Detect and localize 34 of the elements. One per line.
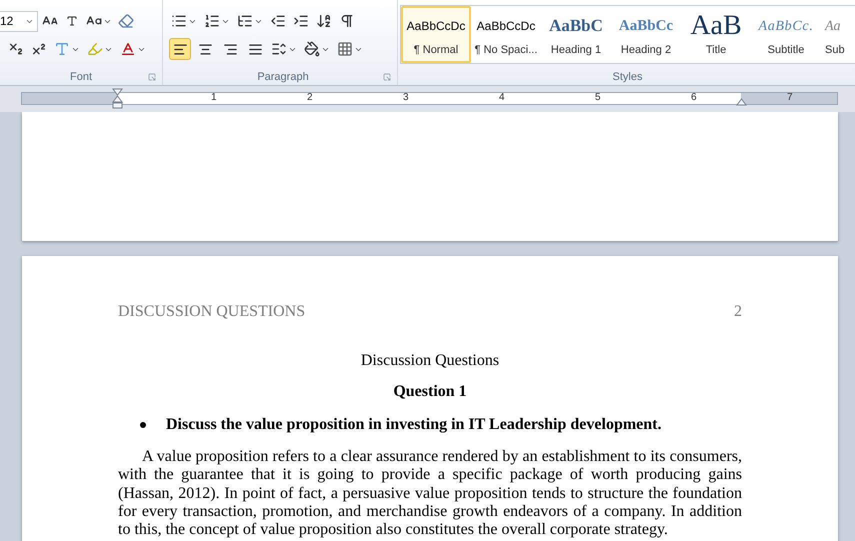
style-item[interactable]: AaBbC Heading 1	[541, 6, 611, 63]
document-heading: Question 1	[392, 383, 468, 401]
style-item[interactable]: Aa Sub	[821, 6, 855, 63]
dialog-launcher-icon[interactable]	[148, 73, 156, 81]
dialog-launcher-icon[interactable]	[383, 73, 391, 81]
font-size-field[interactable]: 12	[0, 10, 38, 32]
style-item[interactable]: AaBbCc. Subtitle	[751, 6, 821, 63]
align-center-icon	[198, 42, 212, 56]
right-indent-marker-icon[interactable]	[736, 98, 747, 106]
group-label: Font	[70, 70, 92, 85]
ruler-number: 7	[787, 92, 793, 104]
bullet-icon	[140, 422, 146, 428]
align-justify-icon	[248, 42, 262, 56]
bullet-text: Discuss the value proposition in investing in IT Leadership development.	[166, 416, 662, 434]
page-header: DISCUSSION QUESTIONS	[118, 303, 306, 321]
indent-marker-icon[interactable]	[112, 88, 123, 109]
ruler-number: 5	[595, 92, 601, 104]
group-label: Paragraph	[257, 70, 309, 85]
style-item[interactable]: AaBbCcDc ¶ No Spaci...	[471, 6, 541, 63]
style-item[interactable]: AaB Title	[681, 6, 751, 63]
group-label: Styles	[612, 70, 642, 85]
align-button[interactable]	[169, 38, 191, 60]
style-item[interactable]: AaBbCcDc ¶ Normal	[401, 6, 471, 63]
ruler-number: 3	[403, 92, 409, 104]
ruler-number: 2	[307, 92, 313, 104]
align-left-icon	[172, 42, 188, 56]
body-paragraph: A value proposition refers to a clear assurance rendered by an establishment to its consumers, with the guarantee that it is going to provide a specific package of worth producing gains (Hassan, 2012). In point of fact, a persuasive value proposition tends to structure the foundation for every transaction, promotion, and merchandise growth endeavors of a company. In addition to this, the concept of value proposition also constitutes the overall corporate strategy.	[118, 448, 742, 540]
ruler-number: 4	[499, 92, 505, 104]
ruler-number: 1	[211, 92, 217, 104]
align-right-icon	[222, 42, 238, 56]
ruler-number: 6	[691, 92, 697, 104]
style-item[interactable]: AaBbCc Heading 2	[611, 6, 681, 63]
page-number: 2	[734, 303, 742, 321]
document-title: Discussion Questions	[360, 352, 500, 370]
